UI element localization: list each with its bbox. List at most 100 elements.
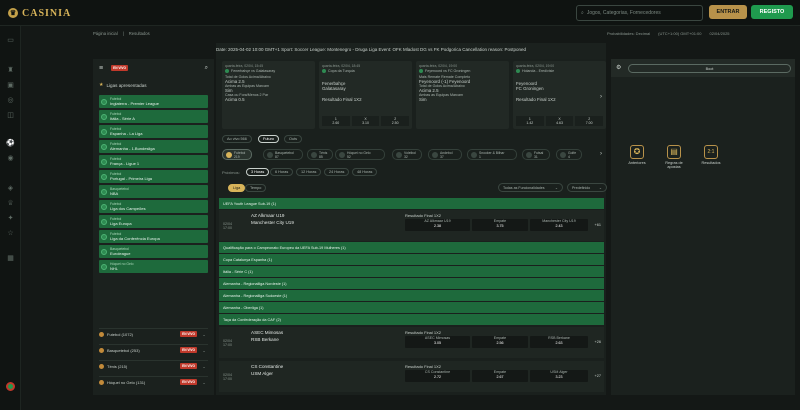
featured-match-card[interactable]: quarta-feira, 02/04, 19:00 Feyenoord vs … xyxy=(416,61,509,129)
chevron-down-icon[interactable]: ⌄ xyxy=(200,348,208,353)
sport-filter-futsal[interactable]: Futsal 31 xyxy=(522,149,550,160)
view-tab-time[interactable]: Tempo xyxy=(245,184,267,192)
language-flag-icon[interactable] xyxy=(6,382,15,391)
sport-category-item[interactable]: Hóquei no Gelo (131) EN VIVO ⌄ xyxy=(99,376,208,387)
featured-league-item[interactable]: Futebol França - Ligue 1 xyxy=(99,155,208,168)
more-markets-button[interactable]: +27 xyxy=(595,374,601,378)
games-icon[interactable]: ◫ xyxy=(6,111,15,120)
casino-icon[interactable]: ♜ xyxy=(6,66,15,75)
featured-league-item[interactable]: Hóquei no Gelo NHL xyxy=(99,260,208,273)
features-select[interactable]: Todas as Funcionalidades ⌄ xyxy=(498,183,563,192)
chevron-right-icon[interactable]: › xyxy=(600,94,602,100)
match-row[interactable]: 02/04 17:00 CS Constantine USM Alger Resu… xyxy=(219,361,604,392)
sport-filter-hockey[interactable]: Hóquei no Gelo 52 xyxy=(335,149,385,160)
breadcrumb-home[interactable]: Página inicial xyxy=(93,31,118,36)
more-markets-button[interactable]: +26 xyxy=(595,340,601,344)
sport-filter-football[interactable]: Futebol 219 xyxy=(222,149,252,160)
league-group-header[interactable]: Itália - Série C (1) xyxy=(219,266,604,277)
odds-button[interactable]: 2 2.50 xyxy=(381,116,410,126)
sport-filter-volleyball[interactable]: Voleibol 32 xyxy=(392,149,422,160)
odds-format[interactable]: Probabilidades: Decimal xyxy=(607,31,650,36)
featured-match-card[interactable]: quarta-feira, 02/04, 19:00 Holanda - Ere… xyxy=(513,61,606,129)
league-group-header[interactable]: Taça da Confederação da CAF (2) xyxy=(219,314,604,325)
tab-future[interactable]: Futuro xyxy=(258,135,279,143)
search-input[interactable]: ⌕ Jogos, Categorias, Fornecedores xyxy=(576,5,703,21)
odds-button[interactable]: 1 2.60 xyxy=(322,116,350,126)
sport-category-item[interactable]: Basquetebol (253) EN VIVO ⌄ xyxy=(99,344,208,355)
slots-icon[interactable]: ▣ xyxy=(6,81,15,90)
sport-filter-snooker[interactable]: Snooker & Bilhar 1 xyxy=(467,149,517,160)
featured-match-card[interactable]: quarta-feira, 02/04, 18:45 Copa da Turqu… xyxy=(319,61,412,129)
promo-icon[interactable]: ◈ xyxy=(6,184,15,193)
featured-league-item[interactable]: Basquetebol Euroleague xyxy=(99,245,208,258)
odds-away-button[interactable]: Manchester City U19 2.43 xyxy=(530,219,588,231)
odds-home-button[interactable]: ASEC Mimosas 3.05 xyxy=(405,336,470,348)
boot-button[interactable]: Boot xyxy=(628,64,791,73)
gift-icon[interactable]: ✦ xyxy=(6,214,15,223)
league-group-header[interactable]: Alemanha - Regionalliga Nordeste (1) xyxy=(219,278,604,289)
time-filter-12h[interactable]: 12 Horas xyxy=(296,168,322,176)
featured-league-item[interactable]: Futebol Inglaterra - Premier League xyxy=(99,95,208,108)
chevron-down-icon[interactable]: ⌄ xyxy=(200,364,208,369)
results-link[interactable]: 2:1 Resultados xyxy=(696,145,726,165)
featured-league-item[interactable]: Futebol Liga da Conferência Europa xyxy=(99,230,208,243)
featured-league-item[interactable]: Futebol Portugal - Primeira Liga xyxy=(99,170,208,183)
odds-button[interactable]: 2 7.00 xyxy=(575,116,604,126)
chevron-right-icon[interactable]: › xyxy=(600,151,602,157)
league-group-header[interactable]: Qualificação para o Campeonato Europeu d… xyxy=(219,242,604,253)
betting-rules-link[interactable]: ▤ Regras de apostas xyxy=(659,145,689,169)
settings-icon[interactable]: ⚙ xyxy=(616,64,621,71)
league-group-header[interactable]: Alemanha - Oberliga (1) xyxy=(219,302,604,313)
sport-filter-basketball[interactable]: Basquetebol 87 xyxy=(263,149,303,160)
featured-league-item[interactable]: Futebol Liga Europa xyxy=(99,215,208,228)
league-group-header[interactable]: Copa Catalunya Espanha (1) xyxy=(219,254,604,265)
sport-category-item[interactable]: Futebol (1072) EN VIVO ⌄ xyxy=(99,328,208,339)
sport-filter-golf[interactable]: Golfe 4 xyxy=(556,149,582,160)
sport-filter-handball[interactable]: Andebol 37 xyxy=(428,149,462,160)
breadcrumb-results[interactable]: Resultados xyxy=(129,31,150,36)
live-badge[interactable]: EN VIVO xyxy=(111,65,129,71)
featured-league-item[interactable]: Futebol Alemanha - 1.Bundesliga xyxy=(99,140,208,153)
featured-league-item[interactable]: Futebol Itália - Série A xyxy=(99,110,208,123)
view-tab-league[interactable]: Liga xyxy=(228,184,246,192)
chevron-down-icon[interactable]: ⌄ xyxy=(200,332,208,337)
timezone[interactable]: (UTC+1:00) GMT+01:00 xyxy=(658,31,701,36)
sport-category-item[interactable]: Ténis (215) EN VIVO ⌄ xyxy=(99,360,208,371)
register-button[interactable]: REGISTO xyxy=(751,5,793,19)
odds-away-button[interactable]: USM Alger 3.23 xyxy=(530,370,588,382)
sort-select[interactable]: Predefinido ⌄ xyxy=(567,183,607,192)
odds-button[interactable]: 1 1.42 xyxy=(516,116,544,126)
featured-match-card[interactable]: quarta-feira, 02/04, 15:45 Fenerbahçe vs… xyxy=(222,61,315,129)
sport-filter-tennis[interactable]: Ténis 85 xyxy=(307,149,333,160)
time-filter-3h[interactable]: 3 Horas xyxy=(246,168,270,176)
odds-away-button[interactable]: RSB Berkane 2.63 xyxy=(530,336,588,348)
tab-live[interactable]: Ao vivo 566 xyxy=(222,135,252,143)
time-filter-48h[interactable]: 48 Horas xyxy=(352,168,378,176)
featured-league-item[interactable]: Futebol Liga dos Campeões xyxy=(99,200,208,213)
odds-home-button[interactable]: AZ Alkmaar U19 2.38 xyxy=(405,219,470,231)
odds-home-button[interactable]: CS Constantine 2.72 xyxy=(405,370,470,382)
logo[interactable]: ♛ CASINIA xyxy=(8,6,71,20)
odds-button[interactable]: X 4.63 xyxy=(545,116,574,126)
odds-button[interactable]: X 3.10 xyxy=(351,116,380,126)
featured-league-item[interactable]: Basquetebol NBA xyxy=(99,185,208,198)
menu-icon[interactable]: ≡ xyxy=(99,65,103,72)
previous-link[interactable]: ✪ Anteriores xyxy=(622,145,652,165)
vip-icon[interactable]: ☆ xyxy=(6,229,15,238)
more-markets-button[interactable]: +61 xyxy=(595,223,601,227)
match-row[interactable]: 02/04 17:00 AZ Alkmaar U19 Manchester Cit… xyxy=(219,210,604,241)
trophy-icon[interactable]: ♕ xyxy=(6,199,15,208)
match-row[interactable]: 02/04 17:00 ASEC Mimosas RSB Berkane Resu… xyxy=(219,327,604,358)
league-group-header[interactable]: UEFA Youth League Sub-19 (1) xyxy=(219,198,604,209)
odds-draw-button[interactable]: Empate 2.56 xyxy=(472,336,528,348)
wallet-icon[interactable]: ▭ xyxy=(6,36,15,45)
grid-icon[interactable]: ▦ xyxy=(6,254,15,263)
search-icon[interactable]: ⌕ xyxy=(205,65,208,72)
time-filter-24h[interactable]: 24 Horas xyxy=(324,168,350,176)
odds-draw-button[interactable]: Empate 3.75 xyxy=(472,219,528,231)
sports-icon[interactable]: ⚽ xyxy=(6,139,15,148)
time-filter-6h[interactable]: 6 Horas xyxy=(270,168,294,176)
live-icon[interactable]: ◎ xyxy=(6,96,15,105)
tab-outs[interactable]: Outs xyxy=(284,135,303,143)
esports-icon[interactable]: ◉ xyxy=(6,154,15,163)
